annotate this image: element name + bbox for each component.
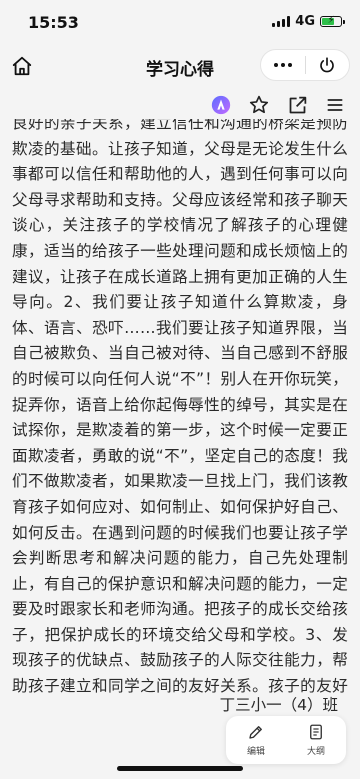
status-time: 15:53 <box>28 13 79 32</box>
pencil-icon <box>249 726 262 739</box>
edit-label: 编辑 <box>246 747 265 757</box>
article-toolbar <box>208 90 348 120</box>
more-dots-icon <box>273 63 292 67</box>
menu-button[interactable] <box>322 92 348 118</box>
battery-icon: ⚡ <box>320 15 345 27</box>
outline-icon <box>310 724 322 740</box>
article-content[interactable]: 良好的亲子关系，建立信任和沟通的桥梁是预防欺凌的基础。让孩子知道，父母是无论发生… <box>12 119 348 697</box>
network-type: 4G <box>295 14 315 29</box>
status-bar: 15:53 4G ⚡ <box>0 0 360 44</box>
ai-assistant-icon <box>211 95 231 115</box>
edit-button[interactable]: 编辑 <box>226 716 286 764</box>
floating-action-bar: 编辑 大纲 <box>226 716 346 764</box>
share-icon <box>289 96 306 113</box>
star-icon <box>249 95 269 114</box>
status-icons: 4G ⚡ <box>272 14 345 29</box>
favorite-button[interactable] <box>246 92 272 118</box>
mini-program-capsule <box>260 49 350 81</box>
nav-bar: 学习心得 <box>0 44 360 88</box>
menu-icon <box>327 99 343 111</box>
article-signature: 丁三小一（4）班 <box>219 696 338 714</box>
ai-assistant-button[interactable] <box>208 92 234 118</box>
outline-label: 大纲 <box>306 747 325 757</box>
outline-button[interactable]: 大纲 <box>286 716 346 764</box>
more-button[interactable] <box>261 50 305 80</box>
share-button[interactable] <box>284 92 310 118</box>
signal-icon <box>272 16 291 27</box>
home-indicator[interactable] <box>117 766 243 771</box>
article-body: 良好的亲子关系，建立信任和沟通的桥梁是预防欺凌的基础。让孩子知道，父母是无论发生… <box>12 119 348 696</box>
close-button[interactable] <box>306 50 350 80</box>
power-icon <box>320 57 335 73</box>
